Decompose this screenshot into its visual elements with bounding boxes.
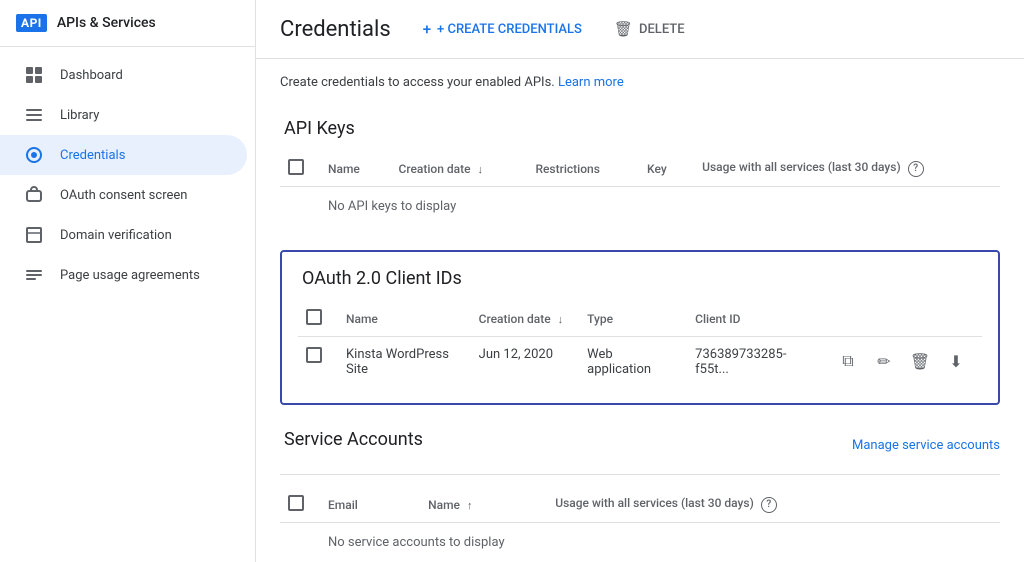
sidebar-item-label-page-usage: Page usage agreements <box>60 268 200 283</box>
sa-name-sort-icon: ↑ <box>467 499 473 512</box>
oauth-creation-date-sort-icon: ↓ <box>558 313 564 326</box>
oauth-row-actions: ⧉ ✏ 🗑 ⬇ <box>822 337 982 388</box>
table-row: Kinsta WordPress Site Jun 12, 2020 Web a… <box>298 337 982 388</box>
api-keys-col-usage: Usage with all services (last 30 days) ? <box>690 151 1000 187</box>
sidebar-item-label-oauth: OAuth consent screen <box>60 188 187 203</box>
api-keys-empty-text: No API keys to display <box>316 187 1000 227</box>
sa-col-usage: Usage with all services (last 30 days) ? <box>543 487 1000 523</box>
sa-empty-text: No service accounts to display <box>316 523 1000 562</box>
create-credentials-button[interactable]: + + CREATE CREDENTIALS <box>415 14 590 44</box>
oauth-table: Name Creation date ↓ Type Client ID <box>298 301 982 387</box>
sidebar-item-label-credentials: Credentials <box>60 148 125 163</box>
service-accounts-table: Email Name ↑ Usage with all services (la… <box>280 487 1000 562</box>
oauth-header-checkbox-cell <box>298 301 334 337</box>
oauth-title: OAuth 2.0 Client IDs <box>298 268 982 289</box>
oauth-row-type: Web application <box>575 337 683 388</box>
oauth-row-checkbox-cell <box>298 337 334 388</box>
copy-icon[interactable]: ⧉ <box>834 347 862 375</box>
sidebar-item-library[interactable]: Library <box>0 95 247 135</box>
top-bar: Credentials + + CREATE CREDENTIALS 🗑 DEL… <box>256 0 1024 59</box>
oauth-row-checkbox[interactable] <box>306 347 322 363</box>
trash-icon[interactable]: 🗑 <box>906 347 934 375</box>
info-bar: Create credentials to access your enable… <box>280 75 1000 98</box>
sidebar-item-label-library: Library <box>60 108 99 123</box>
sidebar-title: APIs & Services <box>57 15 156 31</box>
delete-icon: 🗑 <box>614 20 633 38</box>
sidebar-library-icon <box>24 105 44 125</box>
oauth-select-all-checkbox[interactable] <box>306 309 322 325</box>
creation-date-sort-icon: ↓ <box>478 163 484 176</box>
service-accounts-section: Service Accounts Manage service accounts… <box>280 429 1000 562</box>
api-keys-table: Name Creation date ↓ Restrictions Key Us… <box>280 151 1000 226</box>
api-keys-col-creation-date[interactable]: Creation date ↓ <box>387 151 524 187</box>
sa-header-checkbox-cell <box>280 487 316 523</box>
sa-col-email: Email <box>316 487 416 523</box>
action-icons: ⧉ ✏ 🗑 ⬇ <box>834 347 970 375</box>
oauth-row-client-id: 736389733285-f55t... <box>683 337 822 388</box>
oauth-col-actions <box>822 301 982 337</box>
api-logo: API <box>16 14 47 32</box>
api-keys-col-key: Key <box>635 151 690 187</box>
oauth-col-name: Name <box>334 301 467 337</box>
api-keys-section: API Keys Name Creation date ↓ Restrictio… <box>280 118 1000 226</box>
sidebar-item-label-dashboard: Dashboard <box>60 68 123 83</box>
service-accounts-title: Service Accounts <box>280 429 423 450</box>
sidebar-nav: Dashboard Library Credentials OAuth consent… <box>0 47 255 295</box>
api-keys-select-all-checkbox[interactable] <box>288 159 304 175</box>
delete-label: DELETE <box>639 22 685 37</box>
sidebar-page-usage-icon <box>24 265 44 285</box>
manage-service-accounts-link[interactable]: Manage service accounts <box>852 438 1000 453</box>
usage-help-icon[interactable]: ? <box>908 161 924 177</box>
sidebar-item-oauth[interactable]: OAuth consent screen <box>0 175 247 215</box>
api-keys-col-restrictions: Restrictions <box>523 151 635 187</box>
sidebar-credentials-icon <box>24 145 44 165</box>
info-text: Create credentials to access your enable… <box>280 75 555 90</box>
oauth-col-client-id: Client ID <box>683 301 822 337</box>
sidebar-item-page-usage[interactable]: Page usage agreements <box>0 255 247 295</box>
sidebar-dashboard-icon <box>24 65 44 85</box>
download-icon[interactable]: ⬇ <box>942 347 970 375</box>
oauth-section: OAuth 2.0 Client IDs Name Creation date … <box>280 250 1000 405</box>
oauth-col-type: Type <box>575 301 683 337</box>
delete-button[interactable]: 🗑 DELETE <box>606 14 693 44</box>
sidebar-oauth-icon <box>24 185 44 205</box>
oauth-col-creation-date[interactable]: Creation date ↓ <box>467 301 576 337</box>
api-keys-title: API Keys <box>280 118 1000 139</box>
sa-col-name[interactable]: Name ↑ <box>416 487 543 523</box>
page-title: Credentials <box>280 17 391 42</box>
main-content: Credentials + + CREATE CREDENTIALS 🗑 DEL… <box>256 0 1024 562</box>
section-divider <box>280 474 1000 475</box>
sidebar-item-label-domain: Domain verification <box>60 228 172 243</box>
edit-icon[interactable]: ✏ <box>870 347 898 375</box>
sa-empty-row: No service accounts to display <box>280 523 1000 562</box>
api-keys-col-name: Name <box>316 151 387 187</box>
api-keys-empty-row: No API keys to display <box>280 187 1000 227</box>
sidebar-item-dashboard[interactable]: Dashboard <box>0 55 247 95</box>
sa-usage-help-icon[interactable]: ? <box>761 497 777 513</box>
sidebar-header: API APIs & Services <box>0 0 255 47</box>
learn-more-link[interactable]: Learn more <box>558 75 624 90</box>
sidebar-item-domain[interactable]: Domain verification <box>0 215 247 255</box>
create-credentials-label: + CREATE CREDENTIALS <box>437 22 582 37</box>
sidebar-domain-icon <box>24 225 44 245</box>
service-accounts-header: Service Accounts Manage service accounts <box>280 429 1000 462</box>
sidebar: API APIs & Services Dashboard Library Cred… <box>0 0 256 562</box>
plus-icon: + <box>423 20 431 38</box>
content-area: Create credentials to access your enable… <box>256 59 1024 562</box>
oauth-row-date: Jun 12, 2020 <box>467 337 576 388</box>
sidebar-item-credentials[interactable]: Credentials <box>0 135 247 175</box>
oauth-row-name: Kinsta WordPress Site <box>334 337 467 388</box>
sa-select-all-checkbox[interactable] <box>288 495 304 511</box>
api-keys-header-checkbox-cell <box>280 151 316 187</box>
